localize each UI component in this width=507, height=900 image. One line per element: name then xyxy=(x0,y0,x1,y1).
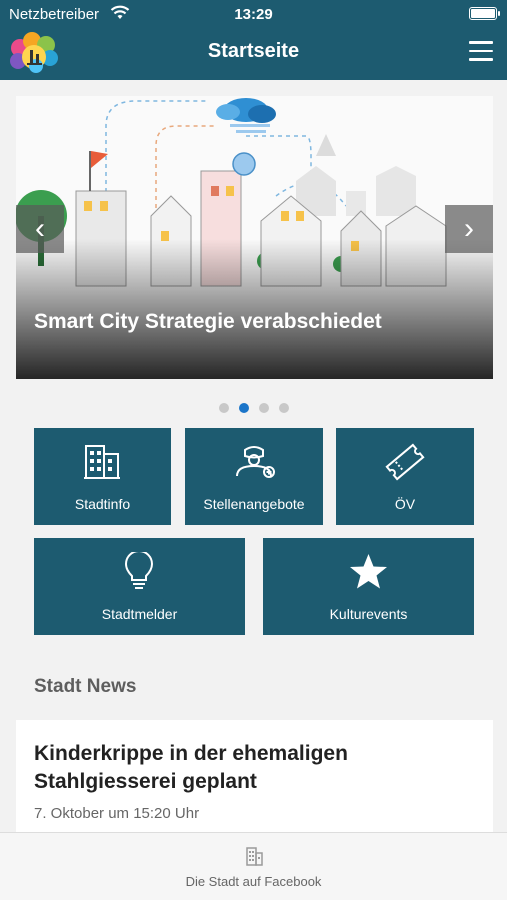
chevron-left-icon[interactable]: ‹ xyxy=(16,205,64,253)
star-icon xyxy=(350,554,387,589)
section-title: Stadt News xyxy=(34,676,137,697)
top-bar: Netzbetreiber 13:29 Startseite xyxy=(0,0,507,80)
news-carousel[interactable]: Smart City Strategie verabschiedet ‹ › xyxy=(16,96,493,379)
job-search-icon xyxy=(236,446,275,478)
clock: 13:29 xyxy=(234,6,273,23)
status-bar: Netzbetreiber 13:29 xyxy=(0,0,507,28)
tile-stellenangebote[interactable]: Stellenangebote xyxy=(185,428,323,525)
tile-kulturevents[interactable]: Kulturevents xyxy=(263,538,474,635)
ticket-icon xyxy=(385,443,425,481)
pagination-dot[interactable] xyxy=(218,403,229,413)
news-headline[interactable]: Kinderkrippe in der ehemaligen Stahlgies… xyxy=(34,740,454,796)
tile-oev[interactable]: ÖV xyxy=(336,428,474,525)
tile-stadtinfo[interactable]: Stadtinfo xyxy=(34,428,171,525)
carousel-caption[interactable]: Smart City Strategie verabschiedet xyxy=(34,310,382,334)
building-icon xyxy=(246,847,263,866)
news-date: 7. Oktober um 15:20 Uhr xyxy=(34,805,200,822)
news-card[interactable]: Kinderkrippe in der ehemaligen Stahlgies… xyxy=(16,720,493,850)
footer-label[interactable]: Die Stadt auf Facebook xyxy=(0,874,507,889)
pagination-dot[interactable] xyxy=(278,403,289,413)
tile-stadtmelder[interactable]: Stadtmelder xyxy=(34,538,245,635)
pagination-dot[interactable] xyxy=(258,403,269,413)
chevron-right-icon[interactable]: › xyxy=(445,205,493,253)
page-title: Startseite xyxy=(207,40,300,62)
lightbulb-icon xyxy=(124,552,154,589)
navigation-bar: Startseite xyxy=(0,30,507,78)
tile-label: Stadtinfo xyxy=(74,496,131,512)
building-icon xyxy=(84,445,120,479)
hamburger-menu-icon[interactable] xyxy=(469,41,493,61)
pagination-dot-active[interactable] xyxy=(238,403,249,413)
tile-label: Kulturevents xyxy=(329,606,408,622)
battery-icon xyxy=(469,7,500,20)
tile-label: Stellenangebote xyxy=(203,496,305,512)
tile-label: Stadtmelder xyxy=(101,606,178,622)
carousel-pagination xyxy=(0,400,507,413)
caption-shade xyxy=(16,239,493,379)
footer-link[interactable]: Die Stadt auf Facebook xyxy=(0,832,507,900)
tile-label: ÖV xyxy=(394,496,416,512)
